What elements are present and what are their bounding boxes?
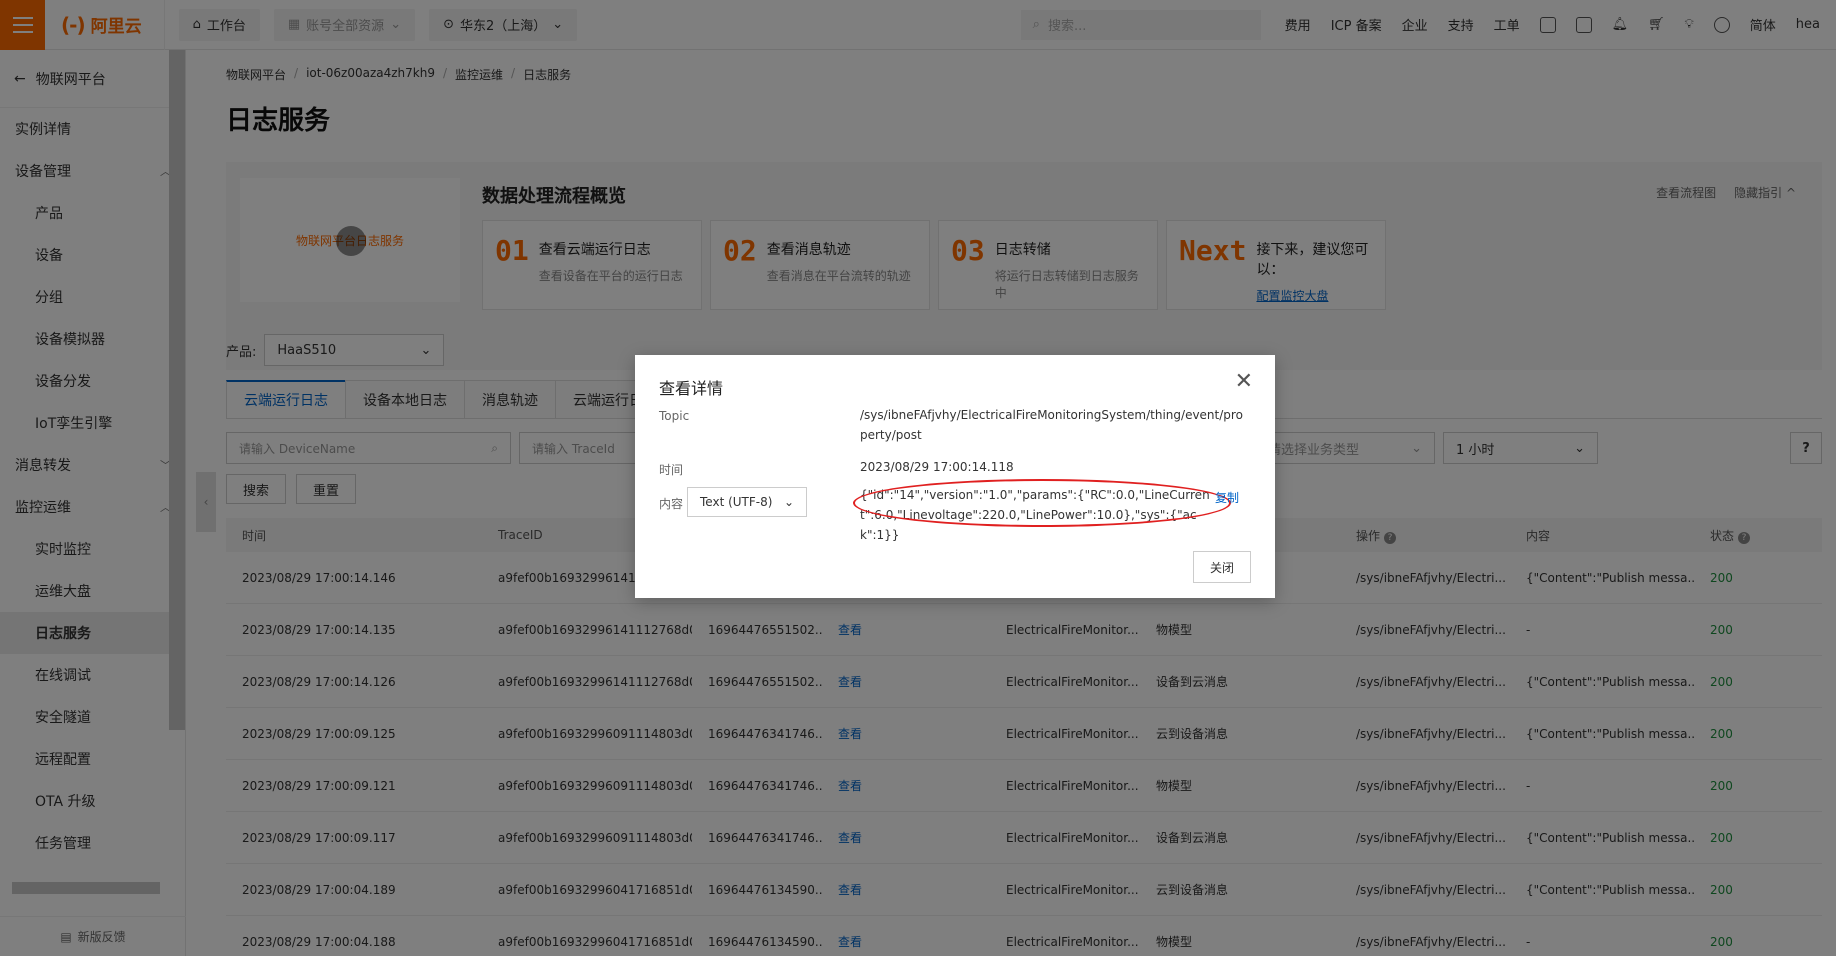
close-icon[interactable]: ✕ bbox=[1235, 371, 1253, 393]
topic-label: Topic bbox=[659, 409, 690, 423]
encoding-select[interactable]: Text (UTF-8) ⌄ bbox=[687, 487, 807, 517]
dialog-title: 查看详情 bbox=[659, 379, 724, 398]
encoding-value: Text (UTF-8) bbox=[700, 495, 773, 509]
close-button[interactable]: 关闭 bbox=[1193, 551, 1251, 583]
topic-value: /sys/ibneFAfjvhy/ElectricalFireMonitorin… bbox=[860, 408, 1243, 442]
highlight-ellipse bbox=[853, 479, 1231, 527]
copy-link[interactable]: 复制 bbox=[1215, 489, 1239, 506]
chevron-down-icon: ⌄ bbox=[783, 495, 794, 509]
detail-dialog: 查看详情 ✕ Topic /sys/ibneFAfjvhy/Electrical… bbox=[635, 355, 1275, 598]
content-label: 内容 bbox=[659, 497, 684, 511]
time-value: 2023/08/29 17:00:14.118 bbox=[860, 460, 1014, 474]
time-label: 时间 bbox=[659, 463, 684, 477]
